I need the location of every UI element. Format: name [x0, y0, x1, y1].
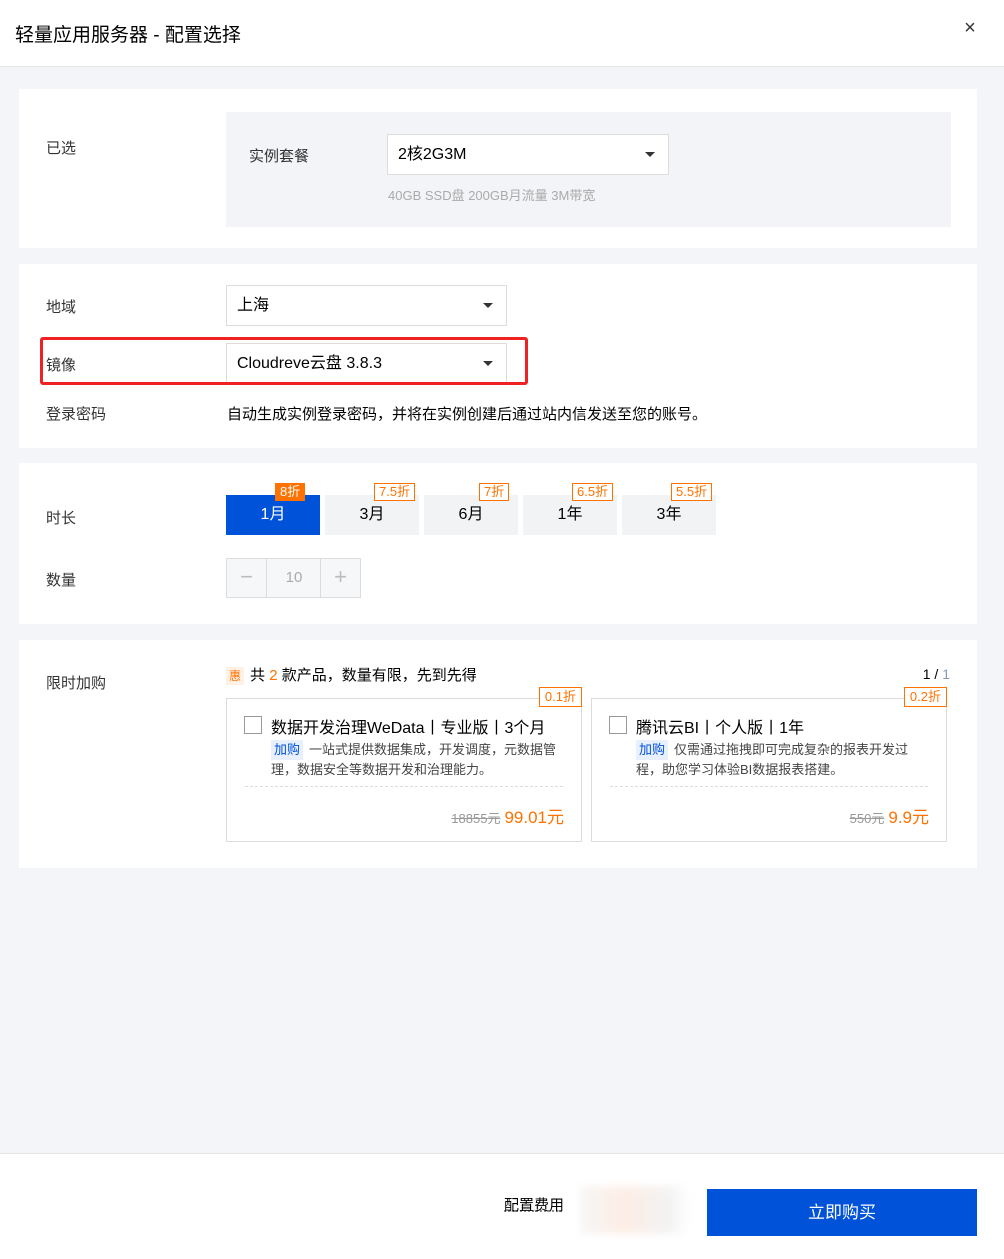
discount-badge: 7折 [479, 483, 510, 501]
close-icon[interactable]: × [960, 16, 980, 40]
blurred-price [580, 1186, 690, 1234]
selected-card: 已选 实例套餐 2核2G3M 40GB SSD盘 200GB月流量 3M带宽 [19, 89, 977, 248]
image-value: Cloudreve云盘 3.8.3 [237, 355, 382, 372]
addon-tag: 加购 [636, 740, 669, 760]
plan-box: 实例套餐 2核2G3M 40GB SSD盘 200GB月流量 3M带宽 [226, 112, 951, 227]
product-price: 550元 9.9元 [850, 803, 929, 828]
image-label: 镜像 [46, 357, 77, 374]
selected-label: 已选 [46, 140, 77, 157]
duration-option-6m[interactable]: 7折 6月 [424, 483, 518, 535]
original-price: 550元 [849, 811, 885, 826]
password-text: 自动生成实例登录密码，并将在实例创建后通过站内信发送至您的账号。 [227, 406, 708, 423]
quantity-input[interactable]: 10 [267, 559, 321, 597]
config-fee-label[interactable]: 配置费用 [504, 1194, 564, 1215]
product-desc-text: 仅需通过拖拽即可完成复杂的报表开发过程，助您学习体验BI数据报表搭建。 [636, 742, 909, 777]
addon-checkbox[interactable] [244, 716, 262, 734]
buy-now-button[interactable]: 立即购买 [707, 1189, 977, 1236]
product-title: 数据开发治理WeData丨专业版丨3个月 [271, 720, 546, 737]
product-description: 加购 一站式提供数据集成，开发调度，元数据管理，数据安全等数据开发和治理能力。 [271, 740, 561, 780]
plan-select[interactable]: 2核2G3M [387, 134, 669, 175]
discount-badge: 6.5折 [572, 483, 614, 501]
addon-card: 限时加购 惠共 2 款产品，数量有限，先到先得 1 / 1 0.1折 数据开发治… [19, 640, 977, 868]
divider [245, 786, 563, 787]
image-select[interactable]: Cloudreve云盘 3.8.3 [226, 343, 507, 384]
discount-badge: 7.5折 [374, 483, 416, 501]
promo-header: 惠共 2 款产品，数量有限，先到先得 [226, 664, 477, 686]
duration-option-3m[interactable]: 7.5折 3月 [325, 483, 419, 535]
config-card: 地域 上海 镜像 Cloudreve云盘 3.8.3 登录密码 自动生成实例登录… [19, 264, 977, 448]
dialog-title: 轻量应用服务器 - 配置选择 [15, 25, 241, 46]
duration-option-label: 3月 [359, 506, 385, 523]
duration-option-label: 1月 [260, 506, 286, 523]
quantity-stepper: − 10 + [226, 558, 361, 598]
minus-icon[interactable]: − [227, 559, 267, 597]
duration-option-3y[interactable]: 5.5折 3年 [622, 483, 716, 535]
region-select[interactable]: 上海 [226, 285, 507, 326]
dialog-footer: 配置费用 立即购买 [0, 1153, 1004, 1259]
page-separator: / [930, 666, 943, 682]
duration-option-label: 1年 [557, 506, 583, 523]
chevron-down-icon [483, 303, 493, 308]
divider [610, 786, 928, 787]
discount-badge: 5.5折 [671, 483, 713, 501]
page-current: 1 [922, 666, 931, 682]
duration-option-label: 3年 [656, 506, 682, 523]
addon-label: 限时加购 [46, 675, 107, 692]
product-title: 腾讯云BI丨个人版丨1年 [636, 720, 805, 737]
plan-label: 实例套餐 [249, 148, 310, 165]
quantity-label: 数量 [46, 572, 77, 589]
promo-count: 2 [269, 667, 278, 684]
promo-suffix: 款产品，数量有限，先到先得 [281, 667, 477, 684]
duration-option-label: 6月 [458, 506, 484, 523]
dialog-header: 轻量应用服务器 - 配置选择 × [0, 0, 1004, 67]
plan-value: 2核2G3M [398, 146, 467, 163]
region-value: 上海 [237, 297, 270, 314]
duration-label: 时长 [46, 510, 77, 527]
purchase-card: 时长 8折 1月 7.5折 3月 7折 6月 6.5折 1年 5.5折 3年 数… [19, 463, 977, 624]
pagination: 1 / 1 [923, 666, 950, 682]
addon-product-card[interactable]: 0.2折 腾讯云BI丨个人版丨1年 加购 仅需通过拖拽即可完成复杂的报表开发过程，… [591, 687, 947, 842]
page-total: 1 [942, 666, 950, 682]
sale-price: 9.9元 [888, 808, 929, 827]
discount-icon: 惠 [226, 667, 244, 686]
plus-icon[interactable]: + [320, 559, 360, 597]
discount-badge: 0.1折 [538, 687, 582, 707]
sale-price: 99.01元 [504, 808, 564, 827]
addon-checkbox[interactable] [609, 716, 627, 734]
original-price: 18855元 [451, 811, 501, 826]
password-label: 登录密码 [46, 406, 107, 423]
region-label: 地域 [46, 299, 77, 316]
addon-tag: 加购 [271, 740, 304, 760]
chevron-down-icon [483, 361, 493, 366]
duration-option-1y[interactable]: 6.5折 1年 [523, 483, 617, 535]
duration-option-1m[interactable]: 8折 1月 [226, 483, 320, 535]
product-price: 18855元 99.01元 [451, 803, 564, 828]
addon-product-card[interactable]: 0.1折 数据开发治理WeData丨专业版丨3个月 加购 一站式提供数据集成，开发… [226, 687, 582, 842]
product-desc-text: 一站式提供数据集成，开发调度，元数据管理，数据安全等数据开发和治理能力。 [271, 742, 557, 777]
discount-badge: 8折 [275, 483, 306, 501]
product-description: 加购 仅需通过拖拽即可完成复杂的报表开发过程，助您学习体验BI数据报表搭建。 [636, 740, 926, 780]
discount-badge: 0.2折 [903, 687, 947, 707]
chevron-down-icon [645, 152, 655, 157]
promo-prefix: 共 [250, 667, 266, 684]
plan-description: 40GB SSD盘 200GB月流量 3M带宽 [388, 188, 596, 203]
